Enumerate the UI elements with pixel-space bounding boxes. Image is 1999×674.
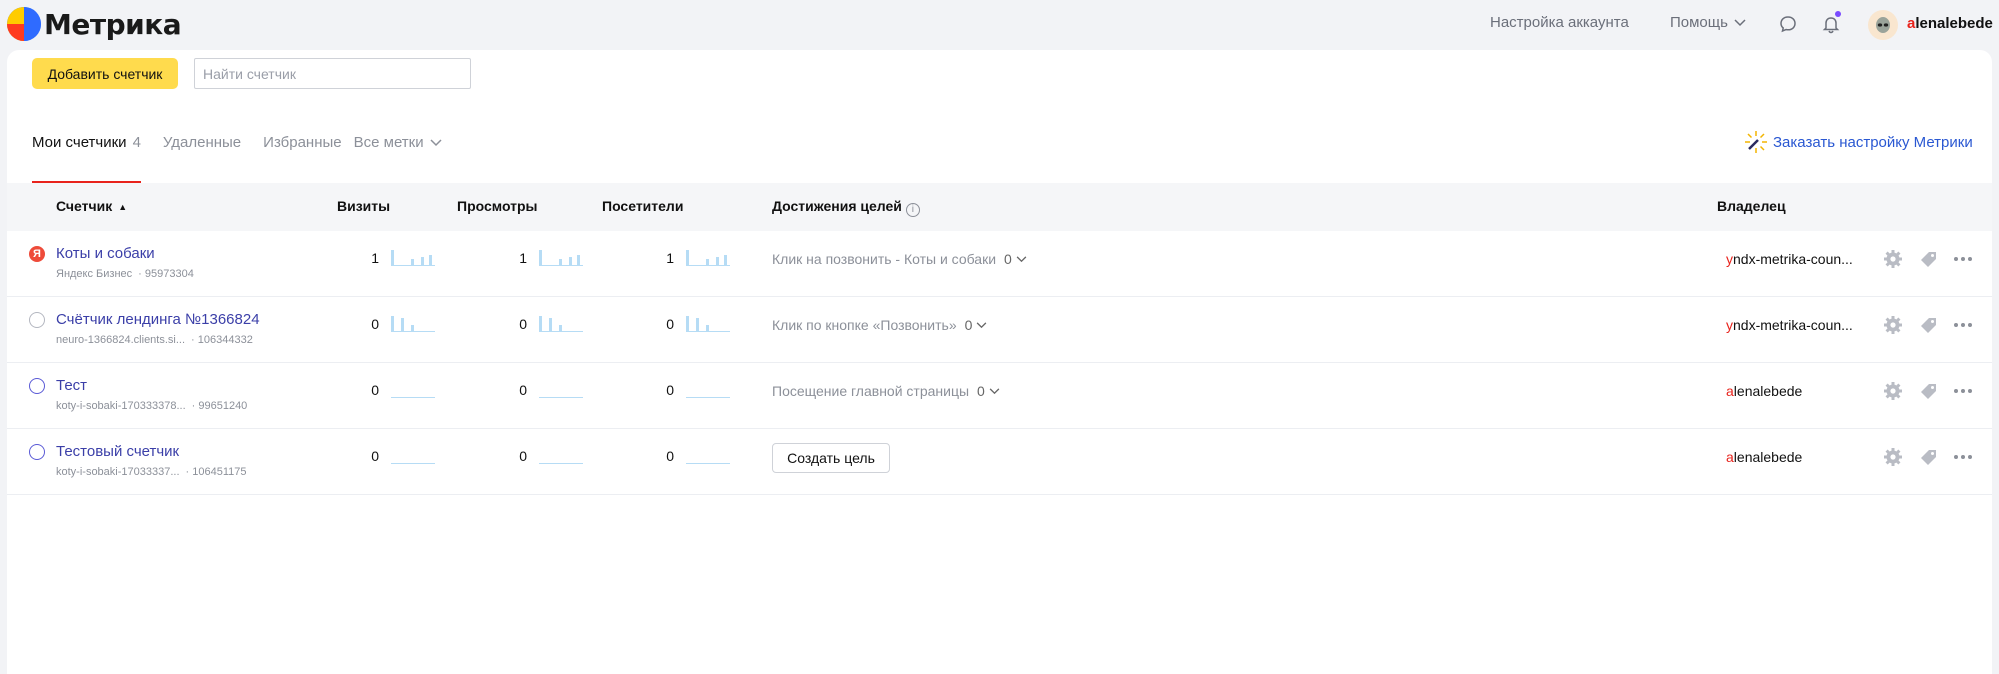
magic-wand-icon [1745, 131, 1767, 153]
visitors-sparkline [686, 250, 730, 266]
tag-icon[interactable] [1917, 248, 1939, 270]
chevron-down-icon [989, 387, 1000, 394]
settings-gear-icon[interactable] [1882, 380, 1904, 402]
counter-subtitle: koty-i-sobaki-170333378... · 99651240 [56, 400, 248, 412]
table-row: Я Коты и собаки Яндекс Бизнес · 95973304 … [7, 231, 1992, 297]
info-icon[interactable]: i [905, 203, 920, 217]
visits-value: 0 [371, 382, 379, 398]
counter-subtitle: koty-i-sobaki-17033337... · 106451175 [56, 466, 247, 478]
visitors-sparkline [686, 316, 730, 332]
globe-icon [29, 444, 45, 460]
column-visitors[interactable]: Посетители [602, 198, 683, 214]
visits-sparkline [391, 463, 435, 464]
views-sparkline [539, 463, 583, 464]
visitors-value: 1 [666, 250, 674, 266]
metrika-logo-icon [7, 7, 41, 41]
owner-login: yndx-metrika-coun... [1726, 317, 1853, 333]
help-label: Помощь [1670, 14, 1728, 31]
goal-selector[interactable]: Посещение главной страницы 0 [772, 383, 1000, 399]
sort-asc-icon: ▲ [118, 202, 128, 212]
tab-deleted[interactable]: Удаленные [163, 134, 241, 183]
tab-favorites[interactable]: Избранные [263, 134, 341, 183]
visits-sparkline [391, 250, 435, 266]
order-setup-label: Заказать настройку Метрики [1773, 133, 1973, 151]
counter-name-link[interactable]: Счётчик лендинга №1366824 [56, 311, 260, 328]
visitors-value: 0 [666, 382, 674, 398]
notifications-bell-icon[interactable] [1821, 11, 1841, 34]
views-value: 0 [519, 382, 527, 398]
owner-login: alenalebede [1726, 383, 1803, 399]
column-goals[interactable]: Достижения целей i [772, 198, 920, 217]
counters-card: Добавить счетчик Мои счетчики4 Удаленные… [7, 50, 1992, 674]
goal-selector[interactable]: Клик на позвонить - Коты и собаки 0 [772, 251, 1027, 267]
logo-text: Метрика [44, 7, 182, 41]
views-value: 0 [519, 448, 527, 464]
visits-value: 1 [371, 250, 379, 266]
metrika-logo[interactable]: Метрика [7, 7, 182, 41]
views-value: 1 [519, 250, 527, 266]
counter-subtitle: neuro-1366824.clients.si... · 106344332 [56, 334, 253, 346]
visits-sparkline [391, 397, 435, 398]
counter-tabs: Мои счетчики 4 Удаленные Избранные Все ме… [32, 134, 464, 184]
chevron-down-icon [977, 321, 987, 328]
username[interactable]: alenalebede [1907, 15, 1993, 32]
chevron-down-icon [430, 139, 442, 147]
counter-name-link[interactable]: Тестовый счетчик [56, 443, 179, 460]
globe-icon [29, 378, 45, 394]
alien-avatar-icon [1876, 17, 1890, 33]
column-visits[interactable]: Визиты [337, 198, 390, 214]
goal-selector[interactable]: Клик по кнопке «Позвонить» 0 [772, 317, 987, 333]
tab-my-counters[interactable]: Мои счетчики 4 [32, 134, 141, 183]
notification-dot [1835, 11, 1841, 17]
column-views[interactable]: Просмотры [457, 198, 538, 214]
owner-login: alenalebede [1726, 449, 1803, 465]
table-row: Тестовый счетчик koty-i-sobaki-17033337.… [7, 429, 1992, 495]
visitors-sparkline [686, 397, 730, 398]
globe-icon [29, 312, 45, 328]
counter-subtitle: Яндекс Бизнес · 95973304 [56, 268, 194, 280]
views-sparkline [539, 397, 583, 398]
more-options-icon[interactable] [1952, 380, 1974, 402]
table-row: Тест koty-i-sobaki-170333378... · 9965124… [7, 363, 1992, 429]
views-value: 0 [519, 316, 527, 332]
visitors-value: 0 [666, 448, 674, 464]
chevron-down-icon [1016, 255, 1027, 262]
tab-all-tags[interactable]: Все метки [354, 134, 442, 183]
visits-value: 0 [371, 316, 379, 332]
column-counter[interactable]: Счетчик ▲ [56, 198, 127, 214]
help-menu[interactable]: Помощь [1670, 14, 1746, 31]
settings-gear-icon[interactable] [1882, 314, 1904, 336]
tag-icon[interactable] [1917, 446, 1939, 468]
visitors-sparkline [686, 463, 730, 464]
views-sparkline [539, 250, 583, 266]
more-options-icon[interactable] [1952, 314, 1974, 336]
user-avatar[interactable] [1868, 10, 1898, 40]
counter-name-link[interactable]: Тест [56, 377, 87, 394]
visits-value: 0 [371, 448, 379, 464]
owner-login: yndx-metrika-coun... [1726, 251, 1853, 267]
column-owner[interactable]: Владелец [1717, 198, 1786, 214]
chat-icon[interactable] [1778, 14, 1798, 34]
counter-name-link[interactable]: Коты и собаки [56, 245, 155, 262]
search-counter-input[interactable] [194, 58, 471, 89]
more-options-icon[interactable] [1952, 446, 1974, 468]
table-header: Счетчик ▲ Визиты Просмотры Посетители Дос… [7, 183, 1992, 231]
top-header: Метрика Настройка аккаунта Помощь alenal… [0, 0, 1999, 50]
visitors-value: 0 [666, 316, 674, 332]
visits-sparkline [391, 316, 435, 332]
table-row: Счётчик лендинга №1366824 neuro-1366824.… [7, 297, 1992, 363]
account-settings-link[interactable]: Настройка аккаунта [1490, 14, 1629, 31]
order-setup-link[interactable]: Заказать настройку Метрики [1743, 129, 1973, 155]
chevron-down-icon [1734, 18, 1746, 26]
more-options-icon[interactable] [1952, 248, 1974, 270]
create-goal-button[interactable]: Создать цель [772, 443, 890, 473]
my-counters-count: 4 [132, 134, 141, 151]
settings-gear-icon[interactable] [1882, 248, 1904, 270]
yandex-business-icon: Я [29, 246, 45, 262]
views-sparkline [539, 316, 583, 332]
settings-gear-icon[interactable] [1882, 446, 1904, 468]
tag-icon[interactable] [1917, 380, 1939, 402]
add-counter-button[interactable]: Добавить счетчик [32, 58, 178, 89]
tag-icon[interactable] [1917, 314, 1939, 336]
